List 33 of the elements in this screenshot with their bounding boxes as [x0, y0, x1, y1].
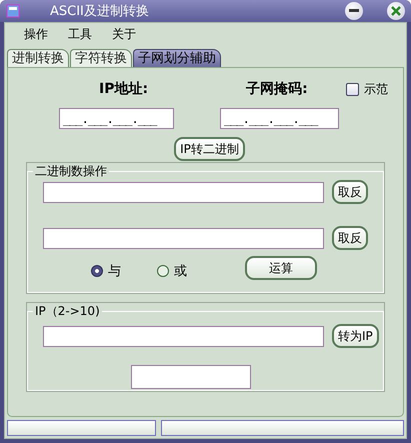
radio-label: 或: [174, 263, 187, 280]
radio-button[interactable]: [157, 265, 169, 277]
ip-address-label: IP地址:: [99, 80, 148, 98]
subnet-mask-field[interactable]: ___.___.___.___: [220, 108, 339, 129]
window-title: ASCII及进制转换: [49, 3, 150, 20]
tab[interactable]: 字符转换: [70, 49, 132, 67]
app-icon: [6, 4, 20, 18]
close-button[interactable]: [387, 2, 405, 20]
result-field[interactable]: [131, 365, 251, 389]
tab[interactable]: 进制转换: [7, 49, 69, 67]
radio-label: 与: [108, 263, 121, 280]
ip-address-field[interactable]: ___.___.___.___: [59, 108, 174, 129]
checkbox[interactable]: [346, 82, 359, 96]
minimize-icon: [349, 9, 359, 13]
ip-to-binary-button[interactable]: IP转二进制: [174, 137, 245, 161]
menu-item[interactable]: 工具: [68, 26, 92, 42]
convert-to-ip-button[interactable]: 转为IP: [332, 324, 379, 348]
compute-button[interactable]: 运算: [245, 256, 317, 280]
binary-ip-field[interactable]: [43, 326, 324, 346]
minimize-button[interactable]: [345, 2, 363, 20]
binary-input-field[interactable]: [43, 182, 324, 202]
group-title: IP（2->10): [34, 303, 101, 320]
group-title: 二进制数操作: [34, 163, 108, 180]
invert-button[interactable]: 取反: [332, 180, 368, 204]
binary-input-field[interactable]: [43, 228, 324, 248]
checkbox-label: 示范: [364, 80, 388, 98]
radio-button[interactable]: [91, 265, 103, 277]
close-icon: [391, 6, 401, 16]
menu-item[interactable]: 关于: [112, 26, 136, 42]
menu-item[interactable]: 操作: [24, 26, 48, 42]
invert-button[interactable]: 取反: [332, 226, 368, 250]
subnet-mask-label: 子网掩码:: [246, 80, 308, 98]
tab[interactable]: 子网划分辅助: [133, 49, 221, 67]
